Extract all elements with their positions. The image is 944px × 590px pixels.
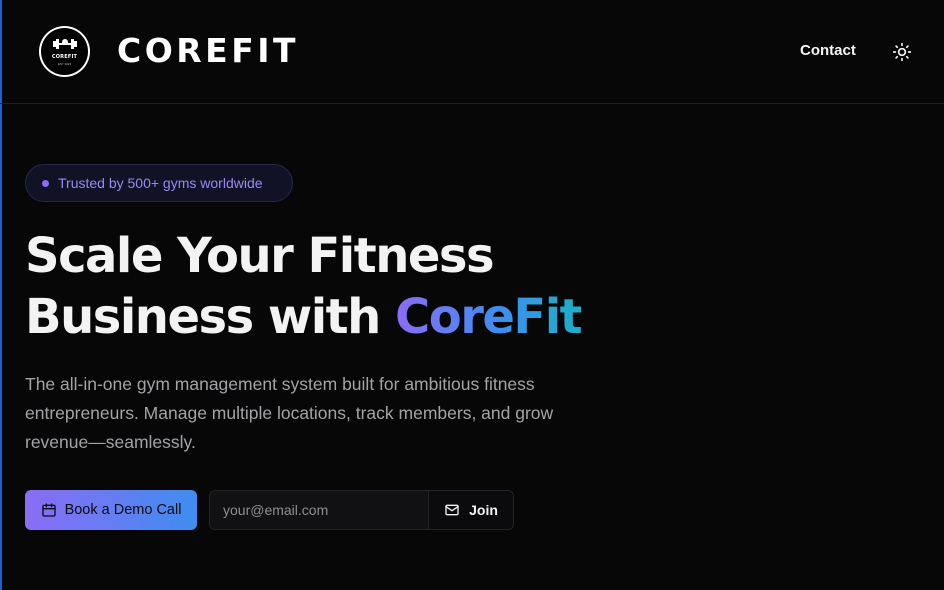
calendar-icon <box>41 502 57 518</box>
nav-contact-link[interactable]: Contact <box>800 42 856 59</box>
mail-icon <box>444 502 460 518</box>
trust-badge: Trusted by 500+ gyms worldwide <box>25 164 293 202</box>
logo-subtext: EST 2023 <box>57 61 72 66</box>
hero-description: The all-in-one gym management system bui… <box>25 374 554 452</box>
hero-headline: Scale Your Fitness Business with CoreFit <box>25 226 583 348</box>
headline-line-1: Scale Your Fitness <box>25 228 495 284</box>
join-button[interactable]: Join <box>428 491 513 529</box>
site-header: COREFIT EST 2023 COREFIT Contact <box>0 0 944 104</box>
sun-icon <box>892 42 912 62</box>
book-demo-label: Book a Demo Call <box>64 502 182 518</box>
email-input[interactable] <box>210 491 428 529</box>
logo[interactable]: COREFIT EST 2023 <box>39 26 90 77</box>
logo-text: COREFIT <box>51 53 78 60</box>
headline-accent: CoreFit <box>394 289 583 345</box>
newsletter-form: Join <box>209 490 514 530</box>
theme-toggle-button[interactable] <box>890 40 914 64</box>
dumbbell-icon <box>52 38 77 49</box>
badge-dot <box>42 179 49 187</box>
book-demo-button[interactable]: Book a Demo Call <box>25 490 197 530</box>
join-label: Join <box>469 502 498 518</box>
brand-name[interactable]: COREFIT <box>117 31 299 70</box>
headline-line-2: Business with <box>25 289 395 345</box>
logo-badge: COREFIT EST 2023 <box>41 28 88 75</box>
badge-text: Trusted by 500+ gyms worldwide <box>58 175 263 191</box>
